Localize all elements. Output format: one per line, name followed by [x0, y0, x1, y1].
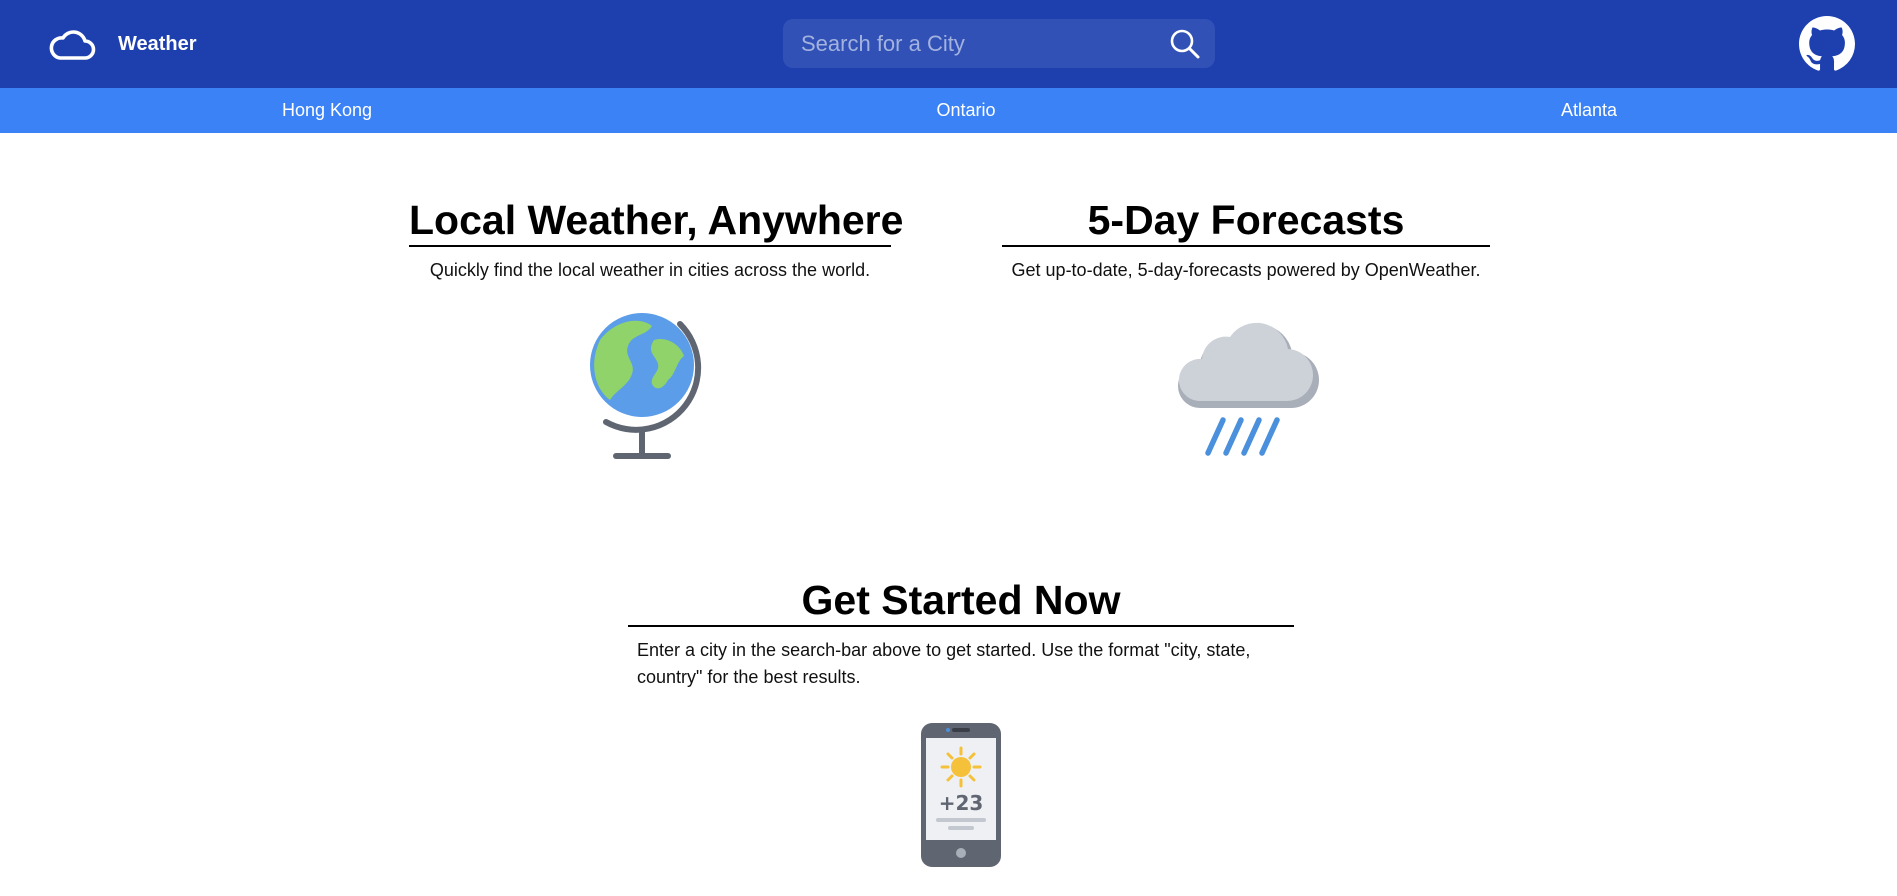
feature-forecasts: 5-Day Forecasts Get up-to-date, 5-day-fo…	[1002, 195, 1490, 284]
feature-description: Enter a city in the search-bar above to …	[637, 640, 1251, 687]
feature-title: 5-Day Forecasts	[1002, 195, 1490, 247]
github-icon	[1799, 16, 1855, 71]
search-input[interactable]	[783, 19, 1153, 68]
feature-get-started: Get Started Now Enter a city in the sear…	[628, 575, 1294, 691]
city-link-ontario[interactable]: Ontario	[936, 88, 995, 133]
phone-temperature: +23	[939, 791, 984, 815]
rain-cloud-icon	[1178, 322, 1320, 456]
feature-description: Quickly find the local weather in cities…	[429, 260, 871, 280]
feature-description: Get up-to-date, 5-day-forecasts powered …	[1011, 260, 1481, 280]
top-header: Weather	[0, 0, 1897, 88]
city-nav-bar: Hong Kong Ontario Atlanta	[0, 88, 1897, 133]
globe-icon	[590, 313, 702, 459]
brand-label: Weather	[118, 32, 197, 55]
search-bar	[783, 19, 1215, 68]
search-button[interactable]	[1169, 28, 1201, 60]
feature-title: Local Weather, Anywhere	[409, 195, 903, 247]
github-link[interactable]	[1799, 16, 1855, 72]
cloud-icon	[49, 30, 96, 60]
feature-local-weather: Local Weather, Anywhere Quickly find the…	[409, 195, 903, 284]
phone-weather-icon: +23	[921, 723, 1001, 867]
city-link-atlanta[interactable]: Atlanta	[1561, 88, 1617, 133]
search-icon	[1170, 29, 1200, 59]
brand-home-link[interactable]: Weather	[48, 21, 197, 67]
city-link-hong-kong[interactable]: Hong Kong	[282, 88, 372, 133]
feature-title: Get Started Now	[628, 575, 1294, 627]
